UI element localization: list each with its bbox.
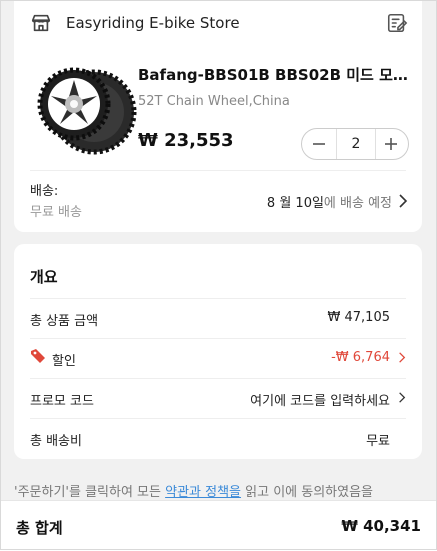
product-title[interactable]: Bafang-BBS01B BBS02B 미드 모터 ... xyxy=(138,64,410,85)
increase-button[interactable] xyxy=(374,129,408,159)
product-price: ₩ 23,553 xyxy=(138,130,234,151)
total-label: 총 합계 xyxy=(16,519,63,537)
delivery-suffix: 에 배송 예정 xyxy=(323,196,392,211)
product-variant[interactable]: 52T Chain Wheel,China xyxy=(138,94,290,109)
shipping-label: 배송: xyxy=(30,184,59,199)
chevron-right-icon[interactable] xyxy=(398,392,406,403)
shipping-fee: 무료 배송 xyxy=(30,205,82,220)
product-image[interactable] xyxy=(36,60,142,156)
store-name[interactable]: Easyriding E-bike Store xyxy=(66,14,240,32)
subtotal-value: ₩ 47,105 xyxy=(327,310,390,325)
chevron-right-icon[interactable] xyxy=(398,352,406,363)
discount-row[interactable]: 할인 -₩ 6,764 xyxy=(30,338,406,378)
delivery-date: 8 월 10일 xyxy=(266,196,324,211)
store-header[interactable]: Easyriding E-bike Store xyxy=(14,0,422,46)
plus-icon xyxy=(385,138,397,150)
terms-notice: '주문하기'를 클릭하여 모든 약관과 정책을 읽고 이에 동의하였음을 xyxy=(14,481,428,500)
cart-item-card: Easyriding E-bike Store Bafang-BBS01B BB… xyxy=(14,0,422,232)
total-value: ₩ 40,341 xyxy=(341,517,421,535)
promo-code-label: 프로모 코드 xyxy=(30,394,94,409)
quantity-stepper: 2 xyxy=(301,128,409,160)
minus-icon xyxy=(313,143,325,145)
decrease-button[interactable] xyxy=(302,129,336,159)
summary-title: 개요 xyxy=(30,268,58,286)
order-summary-card: 개요 총 상품 금액 ₩ 47,105 할인 -₩ 6,764 프로모 코드 여… xyxy=(14,244,422,459)
discount-tag-icon xyxy=(31,349,45,363)
subtotal-row: 총 상품 금액 ₩ 47,105 xyxy=(30,298,406,338)
delivery-estimate[interactable]: 8 월 10일에 배송 예정 xyxy=(267,192,392,211)
shipping-total-row: 총 배송비 무료 xyxy=(30,418,406,458)
terms-text-after: 읽고 이에 동의하였음을 xyxy=(241,485,374,500)
note-edit-icon[interactable] xyxy=(386,12,408,34)
terms-link[interactable]: 약관과 정책을 xyxy=(165,485,241,500)
subtotal-label: 총 상품 금액 xyxy=(30,314,99,329)
order-total-bar: 총 합계 ₩ 40,341 xyxy=(0,500,437,551)
promo-code-row[interactable]: 프로모 코드 여기에 코드를 입력하세요 xyxy=(30,378,406,418)
divider xyxy=(30,170,406,171)
discount-label: 할인 xyxy=(52,354,76,369)
promo-code-input[interactable]: 여기에 코드를 입력하세요 xyxy=(250,390,390,409)
quantity-value[interactable]: 2 xyxy=(336,129,376,159)
shipping-total-value: 무료 xyxy=(366,434,390,449)
shipping-total-label: 총 배송비 xyxy=(30,434,82,449)
discount-value: -₩ 6,764 xyxy=(331,350,390,365)
store-icon xyxy=(31,14,51,32)
chevron-right-icon[interactable] xyxy=(398,194,408,208)
terms-text-before: '주문하기'를 클릭하여 모든 xyxy=(14,485,166,500)
